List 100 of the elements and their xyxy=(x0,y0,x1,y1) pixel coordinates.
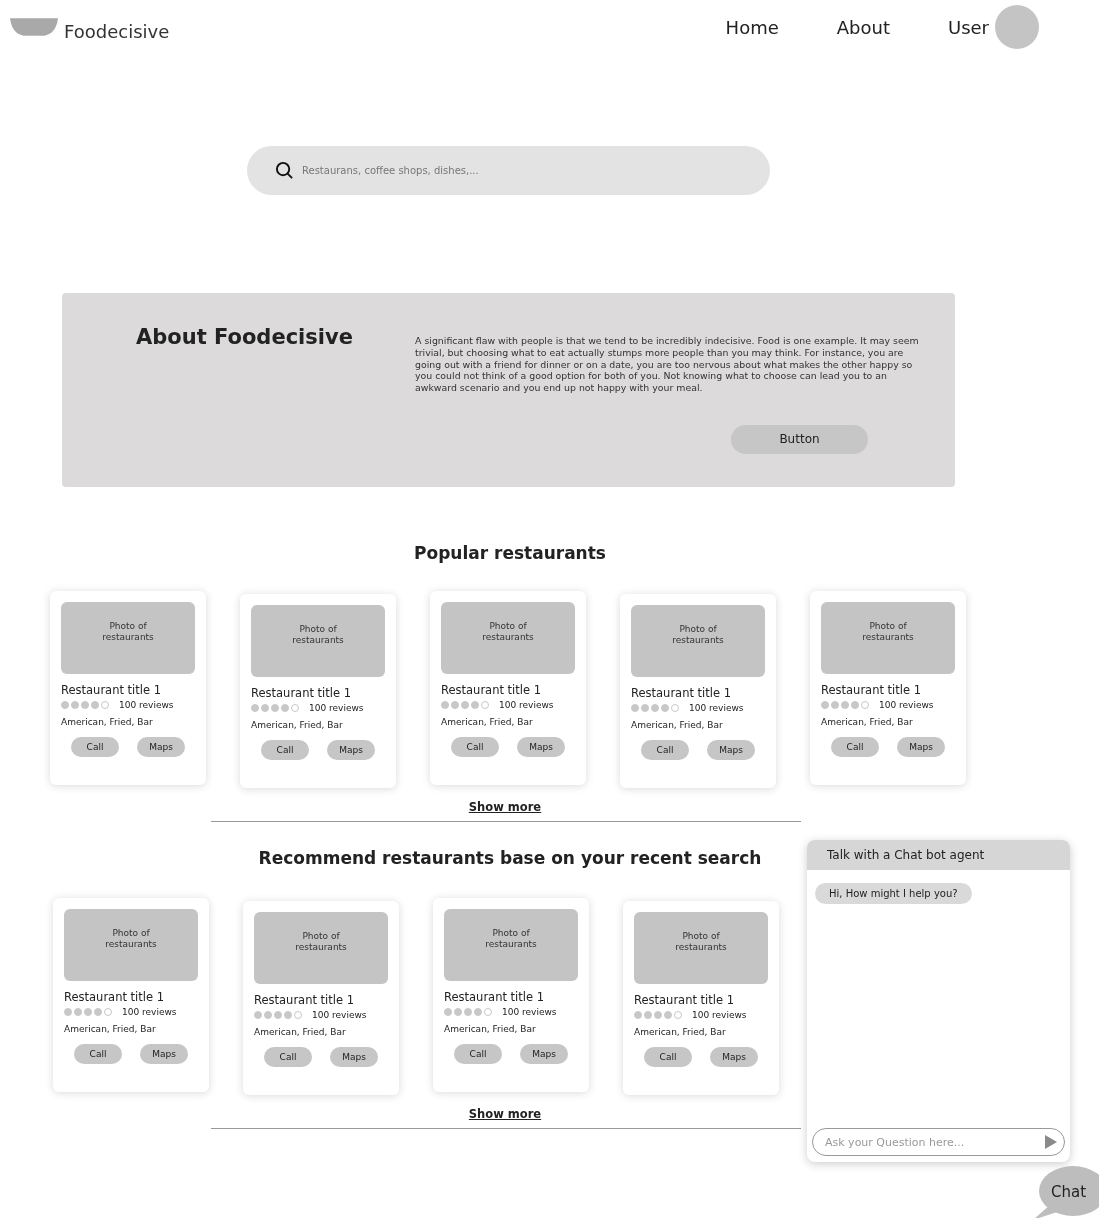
rating-dot xyxy=(651,704,659,712)
section-title: Recommend restaurants base on your recent search xyxy=(258,848,762,868)
rating-dot xyxy=(94,1008,102,1016)
rating-dot xyxy=(451,701,459,709)
nav-link[interactable]: User xyxy=(947,16,989,38)
photo-caption: Photo of restaurants xyxy=(674,931,728,953)
nav-link[interactable]: About xyxy=(836,16,890,38)
rating-dot xyxy=(74,1008,82,1016)
rating-dot xyxy=(861,701,869,709)
photo-caption: Photo of restaurants xyxy=(291,624,345,646)
rating-dot xyxy=(634,1011,642,1019)
send-icon[interactable] xyxy=(1045,1135,1057,1149)
rating-dot xyxy=(101,701,109,709)
rating-dot xyxy=(644,1011,652,1019)
rating-dot xyxy=(664,1011,672,1019)
rating-dot xyxy=(251,704,259,712)
rating-dot xyxy=(441,701,449,709)
avatar[interactable] xyxy=(995,5,1039,49)
cuisine-tags: American, Fried, Bar xyxy=(64,1024,198,1034)
nav-link[interactable]: Home xyxy=(725,16,779,38)
about-button[interactable]: Button xyxy=(731,424,868,454)
restaurant-title: Restaurant title 1 xyxy=(634,993,736,1007)
card-button[interactable]: Call xyxy=(261,740,309,760)
card-button[interactable]: Maps xyxy=(707,740,755,760)
rating-dot xyxy=(444,1008,452,1016)
card-button[interactable]: Call xyxy=(74,1044,122,1064)
cuisine-tags: American, Fried, Bar xyxy=(444,1024,578,1034)
review-count: 100 reviews xyxy=(119,700,174,710)
restaurant-title: Restaurant title 1 xyxy=(254,993,356,1007)
cuisine-tags: American, Fried, Bar xyxy=(61,717,195,727)
rating-dot xyxy=(464,1008,472,1016)
card-button[interactable]: Maps xyxy=(520,1044,568,1064)
review-count: 100 reviews xyxy=(122,1007,177,1017)
card-button[interactable]: Maps xyxy=(897,737,945,757)
rating-dot xyxy=(64,1008,72,1016)
review-count: 100 reviews xyxy=(312,1010,367,1020)
brand-name: Foodecisive xyxy=(64,20,170,42)
rating-dot xyxy=(84,1008,92,1016)
restaurant-title: Restaurant title 1 xyxy=(441,683,543,697)
card-button[interactable]: Maps xyxy=(137,737,185,757)
rating-dot xyxy=(674,1011,682,1019)
about-text: A significant flaw with people is that we tend to be incredibly indecisive. Food is one example. It may seem trivial, but choosing what to eat actually stumps more people than you may think. For instance, you are going out with a friend for dinner or on a date, you are too nervous about what makes the other happy so you could not think of a good option for both of you. Not knowing what to choose can lead you to an awkward scenario and you end up not happy with your meal. xyxy=(415,335,920,394)
chat-message: Hi, How might I help you? xyxy=(815,883,972,904)
card-button[interactable]: Call xyxy=(641,740,689,760)
restaurant-title: Restaurant title 1 xyxy=(444,990,546,1004)
rating-dot xyxy=(284,1011,292,1019)
card-button[interactable]: Call xyxy=(451,737,499,757)
rating-dot xyxy=(484,1008,492,1016)
card-button[interactable]: Maps xyxy=(140,1044,188,1064)
chat-input[interactable]: Ask your Question here... xyxy=(812,1128,1065,1156)
rating-dot xyxy=(471,701,479,709)
restaurant-title: Restaurant title 1 xyxy=(64,990,166,1004)
bowl-icon xyxy=(10,18,58,36)
rating-dot xyxy=(454,1008,462,1016)
rating-dot xyxy=(274,1011,282,1019)
cuisine-tags: American, Fried, Bar xyxy=(251,720,385,730)
rating-dot xyxy=(91,701,99,709)
rating-dot xyxy=(641,704,649,712)
rating-dot xyxy=(254,1011,262,1019)
rating-dot xyxy=(71,701,79,709)
photo-caption: Photo of restaurants xyxy=(294,931,348,953)
rating-dot xyxy=(291,704,299,712)
photo-caption: Photo of restaurants xyxy=(481,621,535,643)
rating-dot xyxy=(851,701,859,709)
card-button[interactable]: Maps xyxy=(517,737,565,757)
cuisine-tags: American, Fried, Bar xyxy=(254,1027,388,1037)
review-count: 100 reviews xyxy=(692,1010,747,1020)
rating-dot xyxy=(474,1008,482,1016)
search-icon xyxy=(275,161,294,180)
card-button[interactable]: Call xyxy=(644,1047,692,1067)
cuisine-tags: American, Fried, Bar xyxy=(441,717,575,727)
card-button[interactable]: Call xyxy=(71,737,119,757)
restaurant-title: Restaurant title 1 xyxy=(821,683,923,697)
rating-dot xyxy=(281,704,289,712)
card-button[interactable]: Call xyxy=(831,737,879,757)
cuisine-tags: American, Fried, Bar xyxy=(634,1027,768,1037)
review-count: 100 reviews xyxy=(499,700,554,710)
rating-dot xyxy=(654,1011,662,1019)
chat-header: Talk with a Chat bot agent xyxy=(807,840,1070,870)
search-field[interactable]: Restaurans, coffee shops, dishes,... xyxy=(247,146,770,195)
show-more-link[interactable]: Show more xyxy=(468,800,542,814)
review-count: 100 reviews xyxy=(502,1007,557,1017)
rating-dot xyxy=(671,704,679,712)
review-count: 100 reviews xyxy=(689,703,744,713)
section-title: Popular restaurants xyxy=(414,543,606,563)
restaurant-title: Restaurant title 1 xyxy=(61,683,163,697)
photo-caption: Photo of restaurants xyxy=(671,624,725,646)
card-button[interactable]: Maps xyxy=(327,740,375,760)
review-count: 100 reviews xyxy=(879,700,934,710)
card-button[interactable]: Call xyxy=(454,1044,502,1064)
rating-dot xyxy=(294,1011,302,1019)
cuisine-tags: American, Fried, Bar xyxy=(631,720,765,730)
rating-dot xyxy=(61,701,69,709)
cuisine-tags: American, Fried, Bar xyxy=(821,717,955,727)
card-button[interactable]: Call xyxy=(264,1047,312,1067)
show-more-link[interactable]: Show more xyxy=(468,1107,542,1121)
review-count: 100 reviews xyxy=(309,703,364,713)
restaurant-title: Restaurant title 1 xyxy=(251,686,353,700)
card-button[interactable]: Maps xyxy=(330,1047,378,1067)
card-button[interactable]: Maps xyxy=(710,1047,758,1067)
